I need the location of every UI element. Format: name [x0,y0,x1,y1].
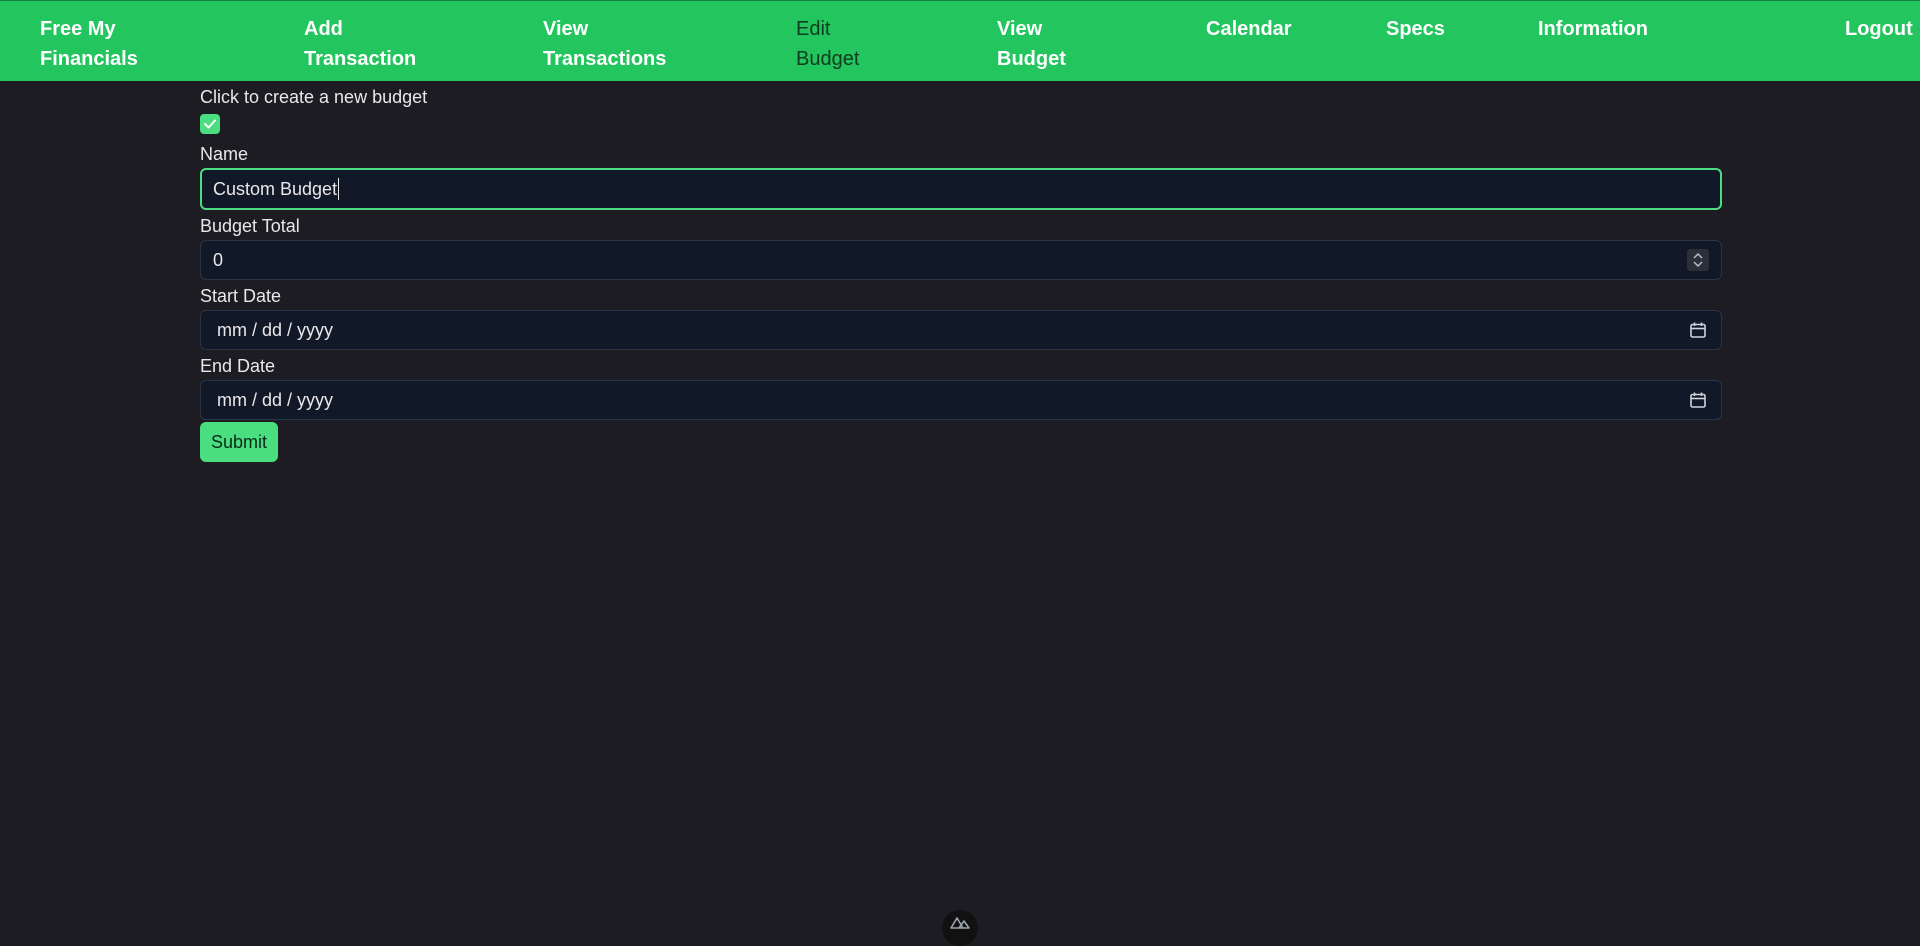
nav-view-budget[interactable]: View Budget [997,14,1077,74]
devtools-toggle-button[interactable] [942,910,978,946]
create-budget-checkbox[interactable] [200,114,220,134]
calendar-icon[interactable] [1689,321,1707,339]
nav-information[interactable]: Information [1538,14,1668,44]
start-date-placeholder: mm / dd / yyyy [217,319,334,340]
check-icon [204,119,216,129]
chevron-down-icon[interactable] [1693,261,1703,267]
name-label: Name [200,144,249,164]
top-navigation-bar: Free My Financials Add Transaction View … [0,0,1920,81]
logout-link[interactable]: Logout [1845,14,1915,44]
name-input[interactable]: Custom Budget [200,168,1722,210]
end-date-placeholder: mm / dd / yyyy [217,389,334,410]
nav-add-transaction[interactable]: Add Transaction [304,14,434,74]
nav-view-transactions[interactable]: View Transactions [543,14,673,74]
text-caret [338,178,340,200]
start-date-label: Start Date [200,286,282,306]
nav-specs[interactable]: Specs [1386,14,1466,44]
chevron-up-icon[interactable] [1693,253,1703,259]
submit-button[interactable]: Submit [200,422,279,462]
budget-total-input[interactable]: 0 [200,240,1722,280]
name-value: Custom Budget [213,178,338,199]
nav-calendar[interactable]: Calendar [1206,14,1316,44]
budget-form: Click to create a new budget Name Custom… [200,81,1722,462]
number-spinner[interactable] [1687,249,1709,271]
end-date-label: End Date [200,356,276,376]
start-date-input[interactable]: mm / dd / yyyy [200,310,1722,350]
end-date-input[interactable]: mm / dd / yyyy [200,380,1722,420]
create-budget-label: Click to create a new budget [200,87,428,107]
budget-total-value: 0 [213,249,224,270]
brand-link[interactable]: Free My Financials [40,14,160,74]
calendar-icon[interactable] [1689,391,1707,409]
budget-total-label: Budget Total [200,216,300,236]
nav-edit-budget[interactable]: Edit Budget [796,14,876,74]
nuxt-logo-icon [950,917,970,929]
